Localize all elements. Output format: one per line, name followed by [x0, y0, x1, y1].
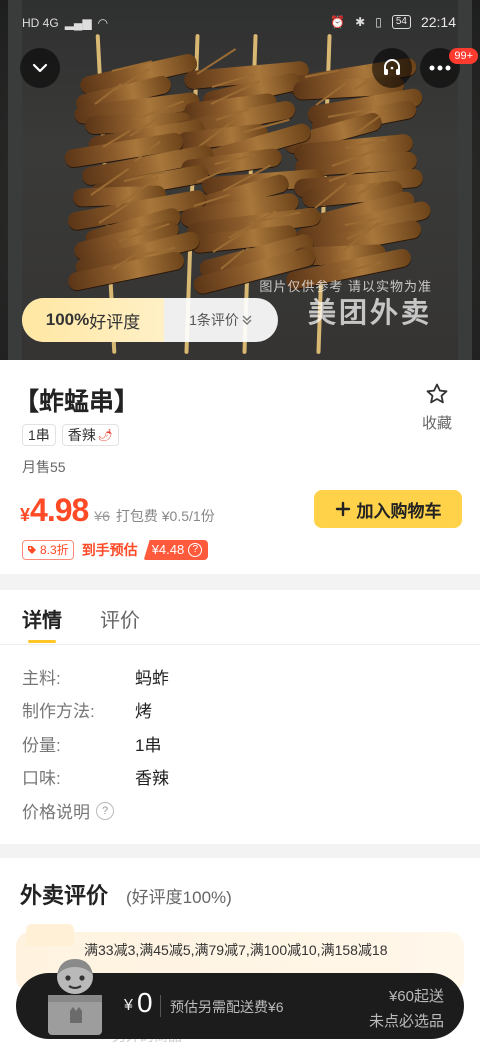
- price-currency: ¥: [20, 505, 31, 525]
- detail-tabs: 详情 评价: [22, 604, 140, 643]
- question-icon: ?: [188, 543, 203, 557]
- favorite-label: 收藏: [421, 415, 452, 432]
- spec-tags: 1串 香辣 🌶: [22, 424, 120, 446]
- customer-service-button[interactable]: [372, 48, 412, 88]
- attr-label-main: 主料:: [22, 669, 61, 688]
- more-dots-icon: [429, 65, 451, 71]
- attr-value-main: 蚂蚱: [135, 669, 169, 688]
- collapse-button[interactable]: [20, 48, 60, 88]
- price-value: 4.98: [30, 492, 89, 528]
- shopping-bag-mascot-icon: [48, 959, 102, 1035]
- estimate-label: 到手预估: [81, 542, 138, 558]
- min-order: ¥60起送: [388, 988, 444, 1005]
- promo-text: 满33减3,满45减5,满79减7,满100减10,满158减18: [84, 942, 388, 958]
- tab-divider: [0, 644, 480, 645]
- clock: 22:14: [420, 14, 456, 30]
- required-item-note: 未点必选品: [368, 1013, 444, 1030]
- favorite-button[interactable]: 收藏: [414, 382, 460, 433]
- attr-label-flavor: 口味:: [22, 769, 61, 788]
- attr-value-portion: 1串: [135, 736, 162, 755]
- watermark-brand: 美团外卖: [307, 297, 432, 328]
- price-note-label: 价格说明: [22, 803, 90, 822]
- review-count: 1条评价: [189, 312, 239, 328]
- tab-details[interactable]: 详情: [22, 604, 62, 643]
- delivery-fee: 预估另需配送费¥6: [170, 999, 284, 1015]
- cart-currency: ¥: [124, 997, 133, 1014]
- details-section: 详情 评价 主料: 蚂蚱 制作方法: 烤 份量: 1串 口味: 香辣 价格说明 …: [0, 590, 480, 844]
- vibrate-icon: ▯: [375, 15, 382, 29]
- review-count-link[interactable]: 1条评价: [164, 310, 278, 330]
- discount-row: 8.3折 到手预估 ¥4.48 ?: [22, 540, 209, 560]
- promo-tab: [26, 924, 74, 946]
- estimate-price[interactable]: 到手预估 ¥4.48 ?: [82, 540, 209, 560]
- product-card: 【蚱蜢串】 收藏 1串 香辣 🌶 月售55 ¥ 4.98 ¥6 打包费 ¥0.5/…: [0, 360, 480, 574]
- tag-portion: 1串: [22, 424, 56, 446]
- alarm-icon: ⏰: [330, 15, 346, 29]
- star-icon: [426, 383, 448, 404]
- signal-icon: ▂▄▆: [64, 16, 92, 30]
- attr-value-method: 烤: [135, 702, 152, 721]
- monthly-sales: 月售55: [22, 459, 66, 475]
- tab-reviews[interactable]: 评价: [100, 604, 140, 643]
- tag-flavor: 香辣 🌶: [61, 424, 120, 446]
- price-row: ¥ 4.98 ¥6 打包费 ¥0.5/1份: [20, 492, 215, 529]
- network-label: HD 4G: [22, 16, 59, 30]
- message-badge: 99+: [449, 48, 478, 64]
- original-price: ¥6: [94, 508, 110, 524]
- reviews-title: 外卖评价: [20, 883, 109, 908]
- price-note[interactable]: 价格说明 ?: [22, 798, 114, 823]
- headset-icon: [384, 59, 400, 75]
- add-to-cart-label: 加入购物车: [356, 501, 442, 521]
- status-bar: HD 4G ▂▄▆ ◠ ⏰ ✱ ▯ 54 22:14: [0, 0, 480, 44]
- attr-value-flavor: 香辣: [135, 769, 169, 788]
- cart-separator: [160, 995, 161, 1017]
- discount-badge: 8.3折: [22, 540, 74, 560]
- battery-icon: 54: [391, 15, 411, 29]
- watermark: 图片仅供参考 请以实物为准 美团外卖: [259, 276, 432, 331]
- estimate-value: ¥4.48 ?: [143, 540, 209, 560]
- rating-label: 好评度: [89, 312, 141, 332]
- add-to-cart-button[interactable]: 加入购物车: [314, 490, 462, 528]
- rating-score: 100% 好评度: [22, 298, 164, 342]
- plus-icon: [335, 501, 350, 517]
- cart-bar[interactable]: ¥ 0 预估另需配送费¥6 ¥60起送 未点必选品: [16, 959, 464, 1039]
- reviews-subtitle: (好评度100%): [126, 888, 232, 907]
- product-image: HD 4G ▂▄▆ ◠ ⏰ ✱ ▯ 54 22:14 99+ 图片仅供参考 请以…: [0, 0, 480, 360]
- bluetooth-icon: ✱: [355, 15, 366, 29]
- tag-icon: [28, 546, 36, 554]
- attr-label-method: 制作方法:: [22, 702, 95, 721]
- rating-pill[interactable]: 100% 好评度 1条评价: [22, 298, 278, 342]
- wifi-icon: ◠: [97, 16, 109, 30]
- chevron-down-icon: [32, 63, 48, 73]
- double-chevron-down-icon: [242, 315, 252, 325]
- packing-fee: 打包费 ¥0.5/1份: [115, 508, 215, 524]
- attr-label-portion: 份量:: [22, 736, 61, 755]
- chili-icon: 🌶: [97, 428, 114, 442]
- product-name: 【蚱蜢串】: [14, 388, 140, 416]
- question-icon: ?: [96, 801, 114, 820]
- rating-percent: 100%: [45, 310, 90, 329]
- cart-total: 0: [137, 987, 153, 1018]
